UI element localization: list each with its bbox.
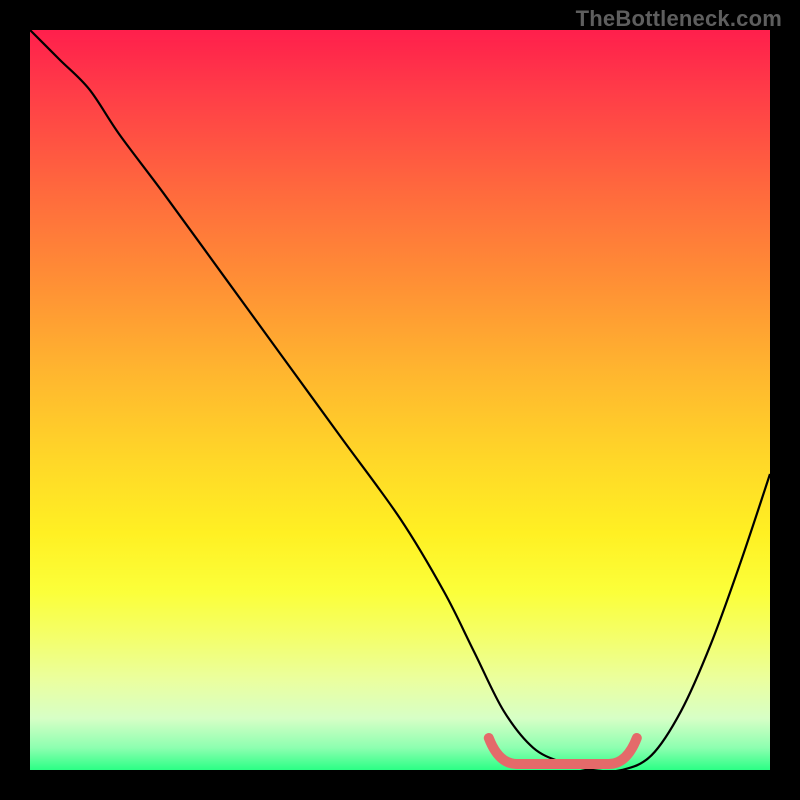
curve-layer — [30, 30, 770, 770]
outer-frame: TheBottleneck.com — [0, 0, 800, 800]
watermark-text: TheBottleneck.com — [576, 6, 782, 32]
plot-area — [30, 30, 770, 770]
optimal-band-left — [489, 738, 517, 764]
bottleneck-curve — [30, 30, 770, 770]
optimal-band-right — [609, 738, 637, 764]
